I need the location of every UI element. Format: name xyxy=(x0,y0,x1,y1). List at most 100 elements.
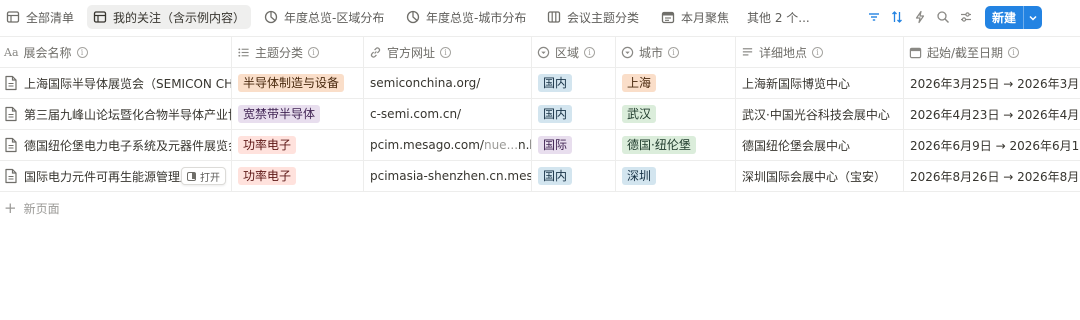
cell-region[interactable]: 国内 xyxy=(532,161,616,191)
cell-city[interactable]: 德国·纽伦堡 xyxy=(616,130,736,160)
place-text: 上海新国际博览中心 xyxy=(742,76,851,91)
city-tag: 德国·纽伦堡 xyxy=(622,136,696,154)
city-tag: 武汉 xyxy=(622,105,657,123)
cell-url[interactable]: c-semi.com.cn/ xyxy=(364,99,532,129)
new-button-label: 新建 xyxy=(991,11,1016,25)
tab-my-follow[interactable]: 我的关注（含示例内容） xyxy=(87,5,252,29)
column-header-city[interactable]: 城市 i xyxy=(616,37,736,68)
settings-icon[interactable] xyxy=(958,9,974,25)
cell-topic[interactable]: 功率电子 xyxy=(232,161,364,191)
link-icon xyxy=(368,46,382,60)
cell-url[interactable]: pcimasia-shenzhen.cn.messefrankfurt.com xyxy=(364,161,532,191)
table-row[interactable]: 上海国际半导体展览会（SEMICON CHINA 半导体制造与设备 semiconc… xyxy=(0,68,1080,99)
info-icon[interactable]: i xyxy=(1008,47,1020,58)
new-page-button[interactable]: + 新页面 xyxy=(4,199,60,217)
board-icon xyxy=(547,10,561,24)
filter-icon[interactable] xyxy=(866,9,882,25)
cell-name[interactable]: 第三届九峰山论坛暨化合物半导体产业博览会 xyxy=(0,99,232,129)
url-link[interactable]: c-semi.com.cn/ xyxy=(370,107,461,121)
column-header-name[interactable]: Aa 展会名称 i xyxy=(0,37,232,68)
automation-icon[interactable] xyxy=(912,9,928,25)
cell-place[interactable]: 武汉·中国光谷科技会展中心 xyxy=(736,99,904,129)
tab-all-list[interactable]: 全部清单 xyxy=(0,5,80,29)
cell-topic[interactable]: 宽禁带半导体 xyxy=(232,99,364,129)
text-icon xyxy=(740,46,754,60)
url-link[interactable]: pcimasia-shenzhen.cn.messefrankfurt.com xyxy=(370,169,531,183)
info-icon[interactable]: i xyxy=(440,47,452,58)
table-icon xyxy=(93,10,107,24)
info-icon[interactable]: i xyxy=(668,47,680,58)
column-header-region[interactable]: 区域 i xyxy=(532,37,616,68)
table-row[interactable]: 第三届九峰山论坛暨化合物半导体产业博览会宽禁带半导体 c-semi.com.cn/… xyxy=(0,99,1080,130)
column-header-topic[interactable]: 主题分类 i xyxy=(232,37,364,68)
cell-topic[interactable]: 半导体制造与设备 xyxy=(232,68,364,98)
url-link[interactable]: semiconchina.org/ xyxy=(370,76,480,90)
chevron-down-icon[interactable] xyxy=(1024,13,1042,23)
info-icon[interactable]: i xyxy=(584,47,596,58)
search-icon[interactable] xyxy=(935,9,951,25)
cell-date[interactable]: 2026年3月25日 → 2026年3月27日 xyxy=(904,68,1080,98)
sort-icon[interactable] xyxy=(889,9,905,25)
tab-this-month[interactable]: 本月聚焦 xyxy=(655,5,735,29)
url-link[interactable]: pcim.mesago.com/ xyxy=(370,138,484,152)
tab-topic-category[interactable]: 会议主题分类 xyxy=(541,5,645,29)
select-icon xyxy=(620,46,634,60)
cell-city[interactable]: 上海 xyxy=(616,68,736,98)
row-title[interactable]: 第三届九峰山论坛暨化合物半导体产业博览会 xyxy=(24,106,231,123)
topic-tag: 功率电子 xyxy=(238,167,297,185)
cell-name[interactable]: 德国纽伦堡电力电子系统及元器件展览会 xyxy=(0,130,232,160)
topic-tag: 半导体制造与设备 xyxy=(238,74,345,92)
region-tag: 国际 xyxy=(538,136,573,154)
open-page-button[interactable]: 打开 xyxy=(181,167,226,185)
multiselect-icon xyxy=(236,46,250,60)
info-icon[interactable]: i xyxy=(76,47,88,58)
row-title[interactable]: 上海国际半导体展览会（SEMICON CHINA xyxy=(24,75,231,92)
region-tag: 国内 xyxy=(538,167,573,185)
column-label: 起始/截至日期 xyxy=(927,46,1004,60)
new-page-label: 新页面 xyxy=(23,201,60,216)
tab-region-overview[interactable]: 年度总览-区域分布 xyxy=(258,5,390,29)
cell-place[interactable]: 上海新国际博览中心 xyxy=(736,68,904,98)
side-peek-icon xyxy=(187,171,196,181)
topic-tag: 宽禁带半导体 xyxy=(238,105,321,123)
cell-city[interactable]: 武汉 xyxy=(616,99,736,129)
table-row[interactable]: 德国纽伦堡电力电子系统及元器件展览会 功率电子 pcim.mesago.com/nu… xyxy=(0,130,1080,161)
cell-topic[interactable]: 功率电子 xyxy=(232,130,364,160)
tab-city-overview[interactable]: 年度总览-城市分布 xyxy=(400,5,532,29)
region-tag: 国内 xyxy=(538,74,573,92)
cell-place[interactable]: 深圳国际会展中心（宝安） xyxy=(736,161,904,191)
tab-label: 全部清单 xyxy=(26,10,75,25)
cell-region[interactable]: 国内 xyxy=(532,68,616,98)
tab-label: 会议主题分类 xyxy=(567,10,640,25)
cell-place[interactable]: 德国纽伦堡会展中心 xyxy=(736,130,904,160)
row-title[interactable]: 德国纽伦堡电力电子系统及元器件展览会 xyxy=(24,137,231,154)
info-icon[interactable]: i xyxy=(812,47,824,58)
place-text: 深圳国际会展中心（宝安） xyxy=(742,169,887,184)
tab-label: 我的关注（含示例内容） xyxy=(113,10,246,25)
url-tail: n.html xyxy=(518,138,531,152)
region-tag: 国内 xyxy=(538,105,573,123)
new-button[interactable]: 新建 xyxy=(985,6,1042,29)
cell-date[interactable]: 2026年8月26日 → 2026年8月28日 xyxy=(904,161,1080,191)
view-tab-bar: 全部清单 我的关注（含示例内容） 年度总览-区域分布 年度总览-城市分布 会议主… xyxy=(0,0,1080,34)
tab-more[interactable]: 其他 2 个... xyxy=(741,5,816,29)
cell-date[interactable]: 2026年6月9日 → 2026年6月11日 xyxy=(904,130,1080,160)
cell-name[interactable]: 上海国际半导体展览会（SEMICON CHINA xyxy=(0,68,232,98)
topic-tag: 功率电子 xyxy=(238,136,297,154)
calendar-icon xyxy=(661,10,675,24)
cell-url[interactable]: pcim.mesago.com/nue...n.html xyxy=(364,130,532,160)
cell-region[interactable]: 国内 xyxy=(532,99,616,129)
column-header-url[interactable]: 官方网址 i xyxy=(364,37,532,68)
date-text: 2026年6月9日 → 2026年6月11日 xyxy=(910,138,1080,153)
cell-date[interactable]: 2026年4月23日 → 2026年4月25日 xyxy=(904,99,1080,129)
column-label: 城市 xyxy=(639,46,664,60)
column-header-place[interactable]: 详细地点 i xyxy=(736,37,904,68)
cell-region[interactable]: 国际 xyxy=(532,130,616,160)
chart-icon xyxy=(264,10,278,24)
table-row[interactable]: 国际电力元件可再生能源管理展览会 功率电子 pcimasia-shenzhen.cn… xyxy=(0,161,1080,192)
column-header-date[interactable]: 起始/截至日期 i xyxy=(904,37,1080,68)
info-icon[interactable]: i xyxy=(308,47,320,58)
cell-city[interactable]: 深圳 xyxy=(616,161,736,191)
cell-url[interactable]: semiconchina.org/ xyxy=(364,68,532,98)
page-icon xyxy=(4,168,18,184)
